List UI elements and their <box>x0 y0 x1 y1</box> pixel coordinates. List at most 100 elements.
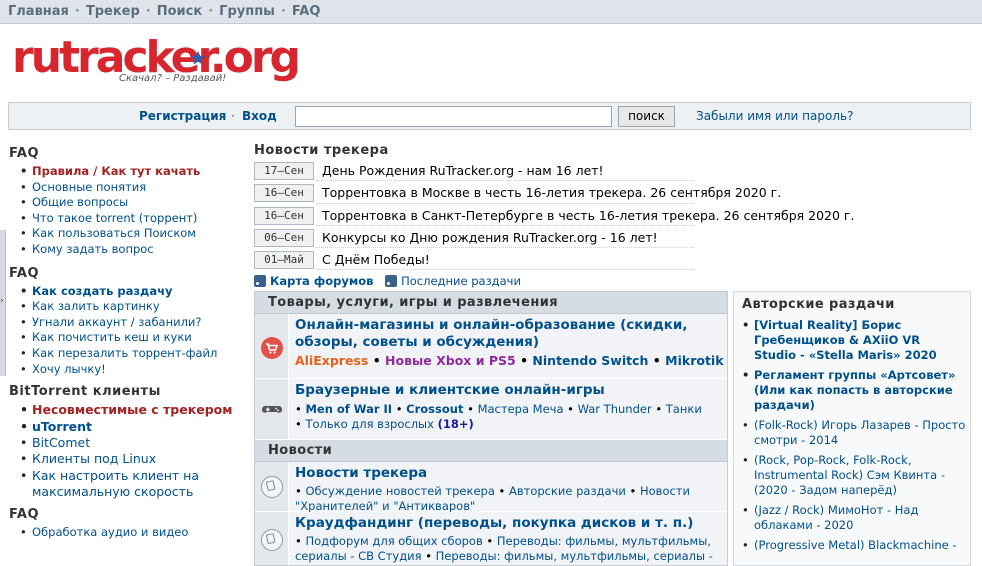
star-icon <box>190 50 206 65</box>
nav-faq[interactable]: FAQ <box>292 4 321 19</box>
forum-title[interactable]: Новости трекера <box>295 465 727 482</box>
login-bar: Регистрация · Вход поиск Забыли имя или … <box>8 102 971 130</box>
list-item[interactable]: Кому задать вопрос <box>20 242 240 258</box>
subforum-link[interactable]: War Thunder <box>578 402 652 416</box>
subforum-list: • Подфорум для общих сборов • Переводы: … <box>295 534 713 563</box>
list-item[interactable]: Общие вопросы <box>20 195 240 211</box>
list-item[interactable]: Что такое torrent (торрент) <box>20 211 240 227</box>
register-link[interactable]: Регистрация <box>139 109 226 123</box>
list-item[interactable]: Угнали аккаунт / забанили? <box>20 315 240 331</box>
list-item[interactable]: Как перезалить торрент-файл <box>20 346 240 362</box>
how-to-download-link[interactable]: Как тут качать <box>101 164 200 178</box>
shopping-cart-icon <box>261 337 283 359</box>
subforum-link[interactable]: Танки <box>666 402 702 416</box>
list-item[interactable]: Как настроить клиент на максимальную ско… <box>20 468 240 501</box>
category-header[interactable]: Товары, услуги, игры и развлечения <box>255 292 727 314</box>
author-releases-title: Авторские раздачи <box>742 297 895 312</box>
section-title: FAQ <box>9 146 40 161</box>
list-item[interactable]: Хочу лычку! <box>20 362 240 378</box>
news-row: 06–Сен Конкурсы ко Дню рождения RuTracker… <box>254 227 694 250</box>
forum-icon <box>261 476 283 498</box>
top-navigation: Главная · Трекер · Поиск · Группы · FAQ <box>0 0 982 24</box>
news-date: 16–Сен <box>254 206 314 225</box>
list-item[interactable]: Как пользоваться Поиском <box>20 226 240 242</box>
forum-title[interactable]: Онлайн-магазины и онлайн-образование (ск… <box>295 317 727 351</box>
adult-badge: (18+) <box>437 416 474 431</box>
subforum-link[interactable]: Men of War II <box>305 402 392 416</box>
list-item[interactable]: [Virtual Reality] Борис Гребенщиков & AX… <box>742 318 966 363</box>
news-date: 06–Сен <box>254 228 314 247</box>
nav-groups[interactable]: Группы <box>219 4 275 19</box>
news-link[interactable]: С Днём Победы! <box>322 252 430 267</box>
subforum-list: • Men of War II • Crossout • Мастера Меч… <box>295 402 702 431</box>
category-header[interactable]: Новости <box>255 440 727 462</box>
forum-title[interactable]: Браузерные и клиентские онлайн-игры <box>295 382 727 399</box>
list-item[interactable]: (Jazz / Rock) МимоНот - Над облаками - 2… <box>742 503 966 533</box>
subforum-link[interactable]: Обсуждение новостей трекера <box>305 484 494 498</box>
list-item[interactable]: Как почистить кеш и куки <box>20 330 240 346</box>
section-title: FAQ <box>9 265 40 281</box>
author-releases: Авторские раздачи [Virtual Reality] Бори… <box>733 291 971 566</box>
latest-releases-link[interactable]: Последние раздачи <box>401 274 521 288</box>
subforum-link[interactable]: Crossout <box>406 402 463 416</box>
forgot-password-link[interactable]: Забыли имя или пароль? <box>696 109 853 123</box>
subforum-link[interactable]: AliExpress <box>295 353 368 368</box>
news-link[interactable]: Конкурсы ко Дню рождения RuTracker.org -… <box>322 230 658 245</box>
news-date: 16–Сен <box>254 184 314 203</box>
rss-icon <box>254 275 266 287</box>
rules-link[interactable]: Правила <box>32 164 89 178</box>
list-item[interactable]: Как залить картинку <box>20 299 240 315</box>
subforum-link[interactable]: Подфорум для общих сборов <box>305 534 482 548</box>
search-button[interactable]: поиск <box>618 106 675 127</box>
login-link[interactable]: Вход <box>242 109 277 123</box>
news-date: 17–Сен <box>254 162 314 180</box>
section-title: FAQ <box>9 506 40 522</box>
nav-tracker[interactable]: Трекер <box>86 4 140 19</box>
list-item[interactable]: Клиенты под Linux <box>20 451 240 468</box>
list-item[interactable]: (Folk-Rock) Игорь Лазарев - Просто смотр… <box>742 418 966 448</box>
list-item[interactable]: Несовместимые с трекером <box>20 402 240 419</box>
list-item[interactable]: uTorrent <box>20 419 240 436</box>
site-logo[interactable]: rutracker.org Скачал? – Раздавай! <box>12 32 301 88</box>
gamepad-icon <box>261 398 283 420</box>
news-title: Новости трекера <box>254 143 389 158</box>
list-item: Правила / Как тут качать <box>20 164 240 180</box>
search-input[interactable] <box>295 106 612 127</box>
list-item[interactable]: (Rock, Pop-Rock, Folk-Rock, Instrumental… <box>742 453 966 498</box>
news-row: 16–Сен Торрентовка в Санкт-Петербурге в ч… <box>254 205 854 227</box>
subforum-link[interactable]: Авторские раздачи <box>509 484 626 498</box>
faq-section-2: FAQ Как создать раздачу Как залить карти… <box>0 266 240 378</box>
news-row: 17–Сен День Рождения RuTracker.org - нам … <box>254 160 694 183</box>
subforum-link[interactable]: Переводы: фильмы, мультфильмы, сериалы - <box>436 549 713 563</box>
subforum-link[interactable]: Mikrotik <box>665 353 723 368</box>
list-item[interactable]: Регламент группы «Артсовет» (Или как поп… <box>742 368 966 413</box>
news-row: 16–Сен Торрентовка в Москве в честь 16-ле… <box>254 182 781 205</box>
forum-title[interactable]: Краудфандинг (переводы, покупка дисков и… <box>295 515 727 532</box>
bittorrent-clients-section: BitTorrent клиенты Несовместимые с треке… <box>0 384 240 500</box>
nav-home[interactable]: Главная <box>8 4 69 19</box>
rss-icon <box>385 275 398 287</box>
list-item[interactable]: Обработка аудио и видео <box>20 525 240 541</box>
list-item[interactable]: BitComet <box>20 435 240 452</box>
forum-row: Браузерные и клиентские онлайн-игры • Me… <box>255 379 727 440</box>
subforum-link[interactable]: Новые Xbox и PS5 <box>385 353 516 368</box>
subforum-list: AliExpress • Новые Xbox и PS5 • Nintendo… <box>295 353 724 368</box>
news-link[interactable]: День Рождения RuTracker.org - нам 16 лет… <box>322 163 604 178</box>
list-item[interactable]: (Progressive Metal) Blackmachine - <box>742 538 966 553</box>
subforum-link[interactable]: Мастера Меча <box>478 402 564 416</box>
news-link[interactable]: Торрентовка в Москве в честь 16-летия тр… <box>322 185 781 200</box>
subforum-link[interactable]: Nintendo Switch <box>532 353 648 368</box>
news-row: 01–Май С Днём Победы! <box>254 249 694 272</box>
subforum-link[interactable]: Только для взрослых <box>305 417 434 431</box>
forum-row: Новости трекера • Обсуждение новостей тр… <box>255 462 727 513</box>
list-item[interactable]: Как создать раздачу <box>20 284 240 300</box>
forum-row: Краудфандинг (переводы, покупка дисков и… <box>255 512 727 565</box>
nav-search[interactable]: Поиск <box>157 4 202 19</box>
left-sidebar: FAQ Правила / Как тут качать Основные по… <box>0 146 240 540</box>
faq-section-3: FAQ Обработка аудио и видео <box>0 507 240 541</box>
logo-slogan: Скачал? – Раздавай! <box>119 73 227 84</box>
faq-section-1: FAQ Правила / Как тут качать Основные по… <box>0 146 240 258</box>
news-link[interactable]: Торрентовка в Санкт-Петербурге в честь 1… <box>322 208 854 223</box>
list-item[interactable]: Основные понятия <box>20 180 240 196</box>
forum-map-link[interactable]: Карта форумов <box>270 274 373 288</box>
